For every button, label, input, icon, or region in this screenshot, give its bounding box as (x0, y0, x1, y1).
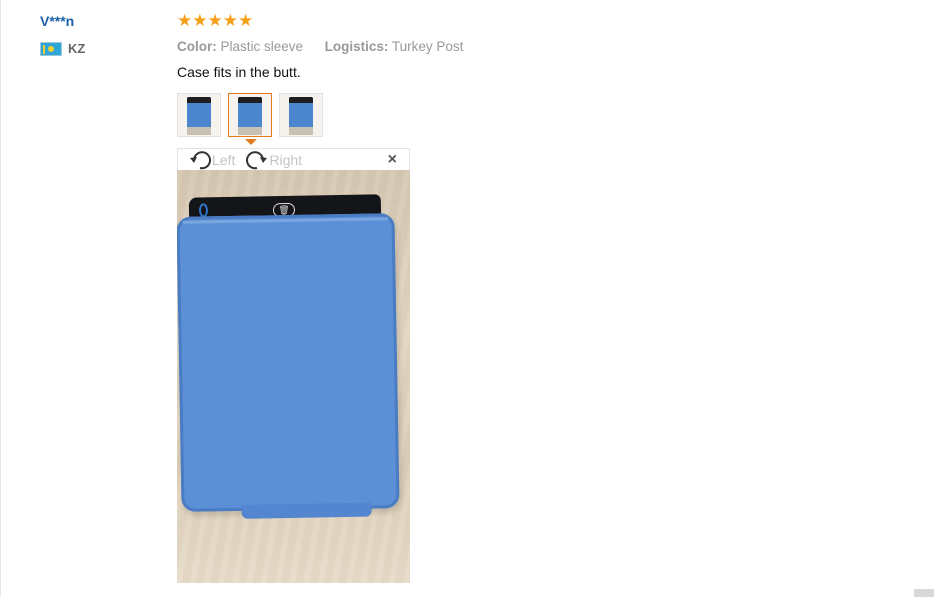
rotate-right-icon (246, 150, 268, 169)
star-icon: ★ (238, 11, 254, 31)
review-attributes: Color: Plastic sleeve Logistics: Turkey … (177, 38, 463, 56)
selected-caret-icon (245, 139, 257, 145)
logistics-value: Turkey Post (391, 39, 464, 54)
close-viewer-button[interactable]: × (388, 151, 397, 169)
rotate-left-label: Left (212, 151, 236, 168)
star-rating: ★ ★ ★ ★ ★ (177, 12, 463, 30)
rotate-left-icon (190, 150, 211, 169)
left-border (0, 0, 1, 597)
star-icon: ★ (177, 11, 193, 31)
photo-viewer: Left Right × 🗑 (177, 148, 410, 583)
photo-thumbnail[interactable] (279, 93, 323, 137)
kazakhstan-flag-icon (40, 41, 62, 56)
country-code: KZ (68, 41, 86, 56)
color-value: Plastic sleeve (220, 39, 304, 54)
logistics-label: Logistics: (324, 39, 389, 54)
viewer-toolbar: Left Right × (177, 148, 410, 170)
star-icon: ★ (207, 11, 223, 31)
reviewer-country: KZ (40, 41, 85, 56)
photo-thumbnail-selected[interactable] (228, 93, 272, 137)
rotate-left-button[interactable]: Left (188, 150, 235, 170)
photo-thumbnails (177, 93, 330, 137)
rotate-right-button[interactable]: Right (245, 150, 302, 170)
review-photo: 🗑 (177, 170, 410, 583)
photo-thumbnail[interactable] (177, 93, 221, 137)
star-icon: ★ (192, 11, 208, 31)
sleeve-image (177, 213, 400, 519)
review-text: Case fits in the butt. (177, 64, 301, 80)
scrollbar-corner[interactable] (914, 589, 934, 597)
rotate-right-label: Right (269, 151, 303, 168)
reviewer-info: V***n KZ (40, 12, 85, 56)
color-label: Color: (177, 39, 217, 54)
star-icon: ★ (222, 11, 238, 31)
review-content: ★ ★ ★ ★ ★ Color: Plastic sleeve Logistic… (177, 12, 463, 81)
reviewer-name[interactable]: V***n (40, 12, 85, 30)
